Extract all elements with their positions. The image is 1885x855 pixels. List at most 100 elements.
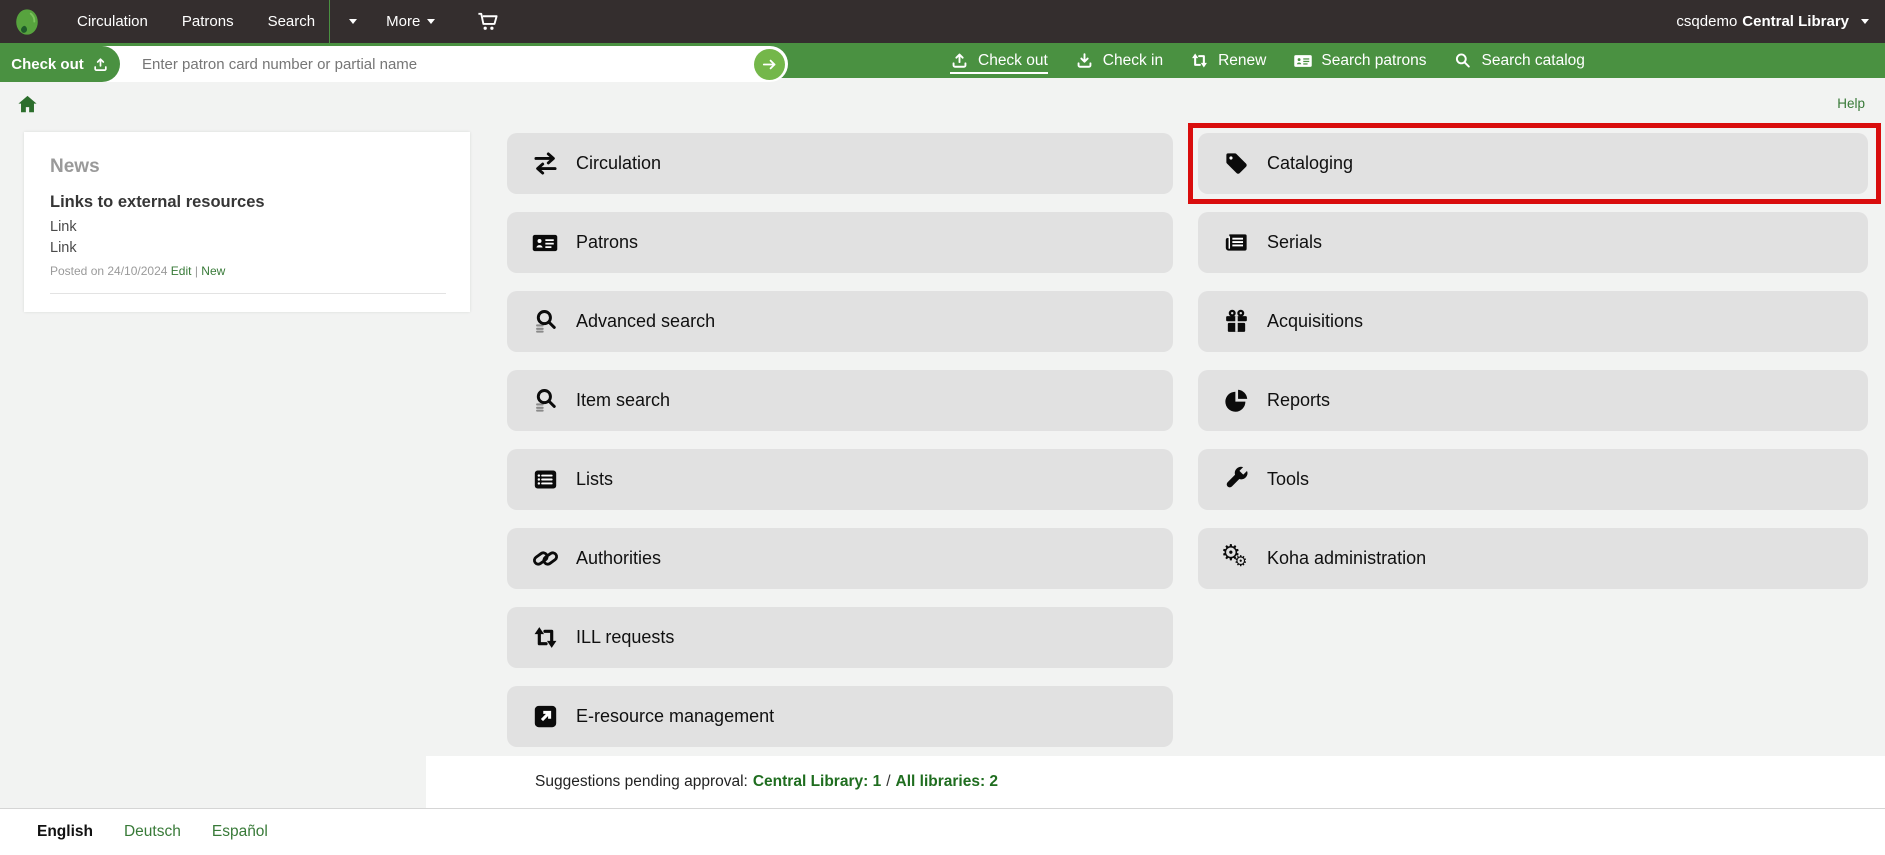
arrow-right-icon [761, 56, 778, 73]
checkout-tab-label: Check out [11, 56, 84, 73]
module-label: Patrons [576, 232, 638, 253]
external-arrow-icon [531, 703, 559, 731]
module-label: ILL requests [576, 627, 674, 648]
link-icon [531, 545, 559, 573]
navbar-left: Circulation Patrons Search More [0, 0, 509, 43]
repeat-icon [531, 624, 559, 652]
posted-on-text: Posted on 24/10/2024 [50, 264, 167, 278]
nav-more-label: More [386, 13, 420, 30]
id-card-icon [1293, 51, 1313, 71]
help-link[interactable]: Help [1837, 96, 1865, 111]
renew-icon [1190, 51, 1210, 71]
search-submit-button[interactable] [754, 49, 785, 80]
top-navbar: Circulation Patrons Search More csqdemo … [0, 0, 1885, 43]
cart-icon[interactable] [466, 0, 509, 43]
search-book-icon [531, 387, 559, 415]
module-patrons[interactable]: Patrons [507, 212, 1173, 273]
checkout-tab[interactable]: Check out [0, 46, 120, 82]
home-breadcrumb-icon[interactable] [17, 95, 38, 114]
language-english[interactable]: English [37, 823, 93, 841]
upload-icon [950, 51, 970, 71]
home-icon [17, 95, 38, 114]
header-search-bar: Check out [0, 43, 1885, 78]
news-divider [50, 293, 446, 294]
module-reports[interactable]: Reports [1198, 370, 1868, 431]
module-cataloging[interactable]: Cataloging [1198, 133, 1868, 194]
search-dropdown-toggle[interactable] [330, 0, 369, 43]
tag-icon [1222, 150, 1250, 178]
quicklink-label: Renew [1218, 52, 1266, 70]
suggestions-central-library-link[interactable]: Central Library: 1 [753, 773, 881, 791]
module-label: Circulation [576, 153, 661, 174]
gift-icon [1222, 308, 1250, 336]
module-label: Lists [576, 469, 613, 490]
quicklink-label: Check in [1103, 52, 1163, 70]
module-label: Authorities [576, 548, 661, 569]
nav-patrons[interactable]: Patrons [165, 0, 251, 43]
module-label: Item search [576, 390, 670, 411]
download-icon [1075, 51, 1095, 71]
navbar-right: csqdemo Central Library [1676, 13, 1885, 30]
koha-logo[interactable] [12, 6, 42, 38]
quicklink-label: Check out [978, 52, 1048, 70]
language-deutsch[interactable]: Deutsch [124, 823, 181, 841]
module-serials[interactable]: Serials [1198, 212, 1868, 273]
quicklink-label: Search patrons [1321, 52, 1426, 70]
news-title: News [50, 156, 446, 178]
module-lists[interactable]: Lists [507, 449, 1173, 510]
exchange-icon [531, 150, 559, 178]
gears-icon: ⚙⚙ [1222, 545, 1250, 573]
suggestions-bar: Suggestions pending approval: Central Li… [426, 756, 1885, 808]
module-authorities[interactable]: Authorities [507, 528, 1173, 589]
module-label: Cataloging [1267, 153, 1353, 174]
module-item-search[interactable]: Item search [507, 370, 1173, 431]
news-posted-line: Posted on 24/10/2024 Edit | New [50, 264, 446, 278]
module-label: E-resource management [576, 706, 774, 727]
user-menu[interactable]: csqdemo Central Library [1676, 13, 1869, 30]
module-label: Serials [1267, 232, 1322, 253]
module-label: Acquisitions [1267, 311, 1363, 332]
quicklink-renew[interactable]: Renew [1190, 43, 1266, 78]
module-column-center: Circulation Patrons [507, 133, 1173, 765]
quicklink-search-patrons[interactable]: Search patrons [1293, 43, 1426, 78]
nav-circulation[interactable]: Circulation [60, 0, 165, 43]
search-icon [1453, 51, 1473, 71]
nav-more[interactable]: More [369, 0, 452, 43]
quicklink-check-out[interactable]: Check out [950, 43, 1048, 78]
caret-down-icon [349, 19, 357, 24]
language-espanol[interactable]: Español [212, 823, 268, 841]
module-eresource-management[interactable]: E-resource management [507, 686, 1173, 747]
module-tools[interactable]: Tools [1198, 449, 1868, 510]
id-card-icon [531, 229, 559, 257]
news-new-link[interactable]: New [201, 264, 225, 278]
caret-down-icon [1861, 19, 1869, 24]
news-link[interactable]: Link [50, 238, 446, 258]
quicklink-check-in[interactable]: Check in [1075, 43, 1163, 78]
nav-search[interactable]: Search [251, 0, 330, 43]
quicklink-label: Search catalog [1481, 52, 1584, 70]
module-koha-administration[interactable]: ⚙⚙ Koha administration [1198, 528, 1868, 589]
news-link[interactable]: Link [50, 217, 446, 237]
module-circulation[interactable]: Circulation [507, 133, 1173, 194]
newspaper-icon [1222, 229, 1250, 257]
module-advanced-search[interactable]: Advanced search [507, 291, 1173, 352]
suggestions-all-libraries-link[interactable]: All libraries: 2 [896, 773, 999, 791]
quick-links: Check out Check in [950, 43, 1585, 78]
separator: | [195, 264, 198, 278]
search-book-icon [531, 308, 559, 336]
module-label: Advanced search [576, 311, 715, 332]
news-edit-link[interactable]: Edit [171, 264, 192, 278]
library-name: Central Library [1742, 13, 1849, 30]
wrench-icon [1222, 466, 1250, 494]
patron-search-input[interactable] [128, 47, 740, 81]
module-label: Tools [1267, 469, 1309, 490]
separator: / [886, 773, 890, 791]
module-label: Reports [1267, 390, 1330, 411]
module-ill-requests[interactable]: ILL requests [507, 607, 1173, 668]
list-icon [531, 466, 559, 494]
pie-chart-icon [1222, 387, 1250, 415]
module-acquisitions[interactable]: Acquisitions [1198, 291, 1868, 352]
quicklink-search-catalog[interactable]: Search catalog [1453, 43, 1584, 78]
koha-staff-home: Circulation Patrons Search More csqdemo … [0, 0, 1885, 855]
username: csqdemo [1676, 13, 1737, 30]
